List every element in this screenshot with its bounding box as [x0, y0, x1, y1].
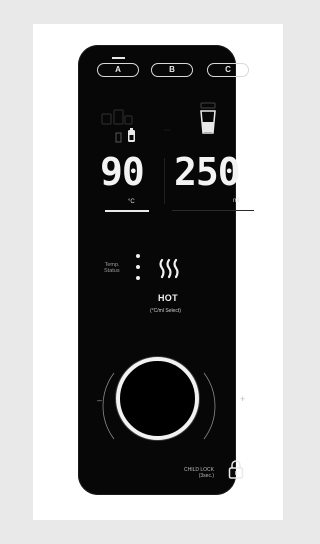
- status-dot-mid: [136, 265, 140, 269]
- mode-b-button[interactable]: B: [151, 63, 193, 77]
- status-dot-bottom: [136, 276, 140, 280]
- mode-active-indicator: [112, 57, 125, 59]
- hot-sublabel: (°C/ml Select): [150, 308, 181, 314]
- mode-c-button[interactable]: C: [207, 63, 249, 77]
- volume-display: 250: [174, 150, 241, 194]
- faint-label: ▫▫▫: [164, 128, 171, 134]
- mode-a-button[interactable]: A: [97, 63, 139, 77]
- increase-indicator[interactable]: +: [240, 394, 245, 404]
- bottle-icon: [115, 128, 135, 143]
- display-divider: [164, 158, 165, 204]
- temperature-unit: °C: [128, 199, 135, 205]
- temp-status-label: Temp. Status: [104, 262, 120, 274]
- child-lock-label: CHILD LOCK (3sec.): [184, 467, 215, 479]
- control-dial[interactable]: [116, 357, 199, 440]
- steam-icon[interactable]: [158, 258, 180, 280]
- glass-icon: [200, 102, 216, 134]
- lock-icon[interactable]: [228, 460, 244, 480]
- temperature-underline: [105, 210, 149, 212]
- status-dot-top: [136, 254, 140, 258]
- volume-underline: [172, 210, 254, 211]
- kettle-faint-icon: [101, 109, 133, 125]
- volume-unit: ml: [233, 198, 240, 204]
- temperature-display: 90: [100, 150, 145, 194]
- hot-label: HOT: [158, 293, 178, 303]
- decrease-indicator[interactable]: –: [97, 395, 102, 405]
